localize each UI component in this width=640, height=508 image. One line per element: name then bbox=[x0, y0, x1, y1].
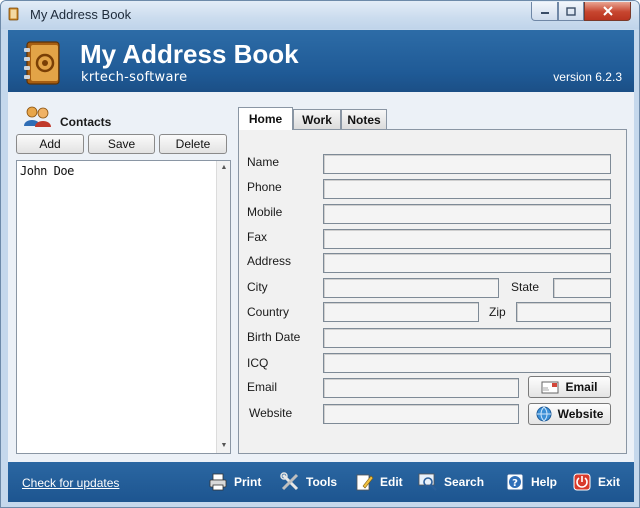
name-label: Name bbox=[247, 155, 280, 169]
main-content: Contacts Add Save Delete John Doe ▲ ▼ Ho… bbox=[8, 92, 634, 462]
state-field[interactable] bbox=[553, 278, 611, 298]
envelope-icon bbox=[541, 381, 559, 394]
birth-date-label: Birth Date bbox=[247, 330, 301, 344]
list-scrollbar[interactable]: ▲ ▼ bbox=[216, 161, 230, 453]
contacts-label: Contacts bbox=[60, 115, 112, 129]
fax-field[interactable] bbox=[323, 229, 611, 249]
mobile-field[interactable] bbox=[323, 204, 611, 224]
edit-icon bbox=[356, 474, 374, 491]
send-email-button[interactable]: Email bbox=[528, 376, 611, 398]
check-updates-link[interactable]: Check for updates bbox=[22, 476, 119, 490]
power-icon bbox=[573, 473, 591, 491]
people-icon bbox=[24, 106, 51, 127]
edit-button[interactable]: Edit bbox=[354, 470, 403, 494]
website-label: Website bbox=[249, 406, 293, 420]
maximize-button[interactable] bbox=[558, 2, 584, 21]
app-version: version 6.2.3 bbox=[553, 70, 622, 84]
address-label: Address bbox=[247, 254, 292, 268]
book-icon bbox=[8, 7, 19, 21]
state-label: State bbox=[511, 280, 540, 294]
city-field[interactable] bbox=[323, 278, 499, 298]
help-label: Help bbox=[531, 475, 558, 489]
phone-field[interactable] bbox=[323, 179, 611, 199]
icq-label: ICQ bbox=[247, 356, 269, 370]
printer-icon bbox=[209, 473, 227, 491]
globe-icon bbox=[536, 406, 552, 422]
home-tab-panel: Name Phone Mobile Fax Address City State… bbox=[238, 129, 627, 454]
close-button[interactable] bbox=[584, 2, 631, 21]
country-label: Country bbox=[247, 305, 290, 319]
tools-label: Tools bbox=[306, 475, 338, 489]
email-field[interactable] bbox=[323, 378, 519, 398]
app-title: My Address Book bbox=[80, 39, 299, 69]
tools-button[interactable]: Tools bbox=[280, 470, 337, 494]
tools-icon bbox=[280, 472, 299, 491]
maximize-icon bbox=[566, 6, 576, 16]
country-field[interactable] bbox=[323, 302, 479, 322]
address-book-icon bbox=[24, 41, 60, 85]
tab-home[interactable]: Home bbox=[238, 107, 293, 130]
icq-field[interactable] bbox=[323, 353, 611, 373]
email-button-label: Email bbox=[565, 380, 598, 394]
help-icon: ? bbox=[506, 473, 524, 491]
birth-date-field[interactable] bbox=[323, 328, 611, 348]
tab-work[interactable]: Work bbox=[293, 109, 341, 130]
search-button[interactable]: Search bbox=[418, 470, 484, 494]
mobile-label: Mobile bbox=[247, 205, 283, 219]
help-button[interactable]: ? Help bbox=[505, 470, 557, 494]
tab-notes[interactable]: Notes bbox=[341, 109, 387, 130]
exit-button[interactable]: Exit bbox=[572, 470, 620, 494]
email-label: Email bbox=[247, 380, 278, 394]
contact-list[interactable]: John Doe ▲ ▼ bbox=[16, 160, 231, 454]
add-contact-button[interactable]: Add bbox=[16, 134, 84, 154]
phone-label: Phone bbox=[247, 180, 282, 194]
close-icon bbox=[602, 6, 613, 16]
search-label: Search bbox=[444, 475, 485, 489]
zip-label: Zip bbox=[489, 305, 506, 319]
website-button-label: Website bbox=[557, 407, 604, 421]
list-item[interactable]: John Doe bbox=[20, 164, 74, 178]
address-field[interactable] bbox=[323, 253, 611, 273]
delete-contact-button[interactable]: Delete bbox=[159, 134, 227, 154]
print-label: Print bbox=[234, 475, 262, 489]
scroll-up-icon[interactable]: ▲ bbox=[220, 164, 228, 172]
name-field[interactable] bbox=[323, 154, 611, 174]
app-window: My Address Book My Address Book krtech-s… bbox=[0, 0, 640, 508]
minimize-icon bbox=[540, 12, 549, 14]
title-bar[interactable]: My Address Book bbox=[1, 1, 639, 29]
header-banner: My Address Book krtech-software version … bbox=[8, 30, 634, 92]
fax-label: Fax bbox=[247, 230, 268, 244]
exit-label: Exit bbox=[598, 475, 621, 489]
app-subtitle: krtech-software bbox=[81, 70, 188, 85]
save-contact-button[interactable]: Save bbox=[88, 134, 155, 154]
search-icon bbox=[418, 473, 437, 491]
print-button[interactable]: Print bbox=[208, 470, 261, 494]
minimize-button[interactable] bbox=[531, 2, 558, 21]
zip-field[interactable] bbox=[516, 302, 611, 322]
footer-toolbar: Check for updates Print Tools Edit Searc… bbox=[8, 462, 634, 502]
window-title: My Address Book bbox=[30, 7, 132, 22]
website-field[interactable] bbox=[323, 404, 519, 424]
svg-text:?: ? bbox=[512, 478, 518, 489]
city-label: City bbox=[247, 280, 268, 294]
open-website-button[interactable]: Website bbox=[528, 403, 611, 425]
scroll-down-icon[interactable]: ▼ bbox=[220, 442, 228, 450]
edit-label: Edit bbox=[380, 475, 403, 489]
